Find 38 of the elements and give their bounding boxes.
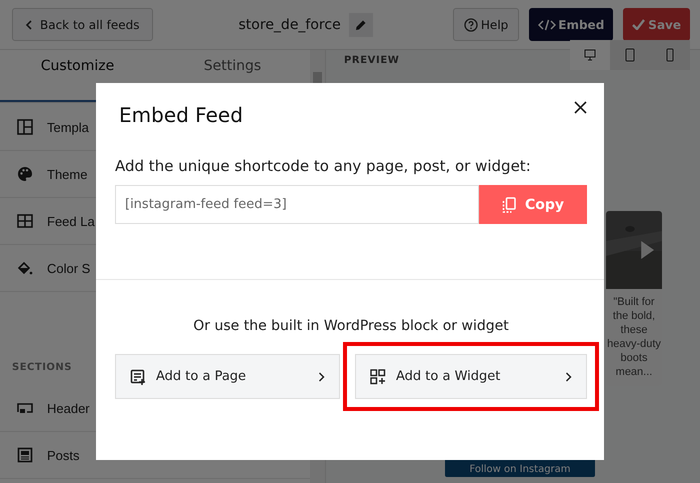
- shortcode-label: Add the unique shortcode to any page, post, or widget:: [115, 157, 532, 175]
- shortcode-field[interactable]: [instagram-feed feed=3]: [115, 185, 479, 224]
- copy-button[interactable]: Copy: [479, 185, 587, 224]
- section-heading: SECTIONS: [12, 362, 72, 373]
- post-caption: "Built for the bold, these heavy-duty boots mean...: [606, 295, 662, 380]
- close-icon: [574, 100, 586, 114]
- dialog-title: Embed Feed: [119, 103, 243, 127]
- checkmark-icon: [632, 19, 646, 30]
- chevron-left-icon: [25, 20, 33, 30]
- device-toggle[interactable]: [650, 40, 690, 70]
- page-icon: [130, 368, 146, 384]
- paint-bucket-icon: [17, 260, 33, 276]
- edit-button[interactable]: [348, 12, 373, 36]
- phone-icon: [666, 48, 674, 62]
- preview-heading: PREVIEW: [344, 54, 400, 68]
- alternative-label: Or use the built in WordPress block or widget: [192, 318, 510, 334]
- code-icon: [538, 18, 556, 30]
- embed-button[interactable]: Embed: [529, 8, 614, 41]
- chevron-right-icon: [565, 372, 572, 382]
- layout-icon: [17, 119, 33, 135]
- option-button[interactable]: Add to a Widget: [355, 354, 587, 399]
- device-toggle[interactable]: [610, 40, 650, 70]
- monitor-icon: [584, 49, 596, 61]
- feed-name: store_de_force: [238, 16, 341, 32]
- help-icon: [464, 18, 478, 32]
- save-button[interactable]: Save: [623, 8, 690, 41]
- tablet-icon: [625, 48, 635, 62]
- palette-icon: [17, 166, 33, 182]
- chevron-right-icon: [318, 372, 325, 382]
- pencil-icon: [354, 18, 367, 30]
- widget-icon: [370, 368, 386, 384]
- grid-icon: [17, 213, 33, 229]
- help-button[interactable]: Help: [452, 8, 520, 41]
- posts-icon: [17, 447, 33, 463]
- back-button[interactable]: Back to all feeds: [12, 8, 153, 41]
- option-button[interactable]: Add to a Page: [115, 354, 340, 399]
- copy-icon: [502, 196, 516, 212]
- header-icon: [17, 400, 33, 416]
